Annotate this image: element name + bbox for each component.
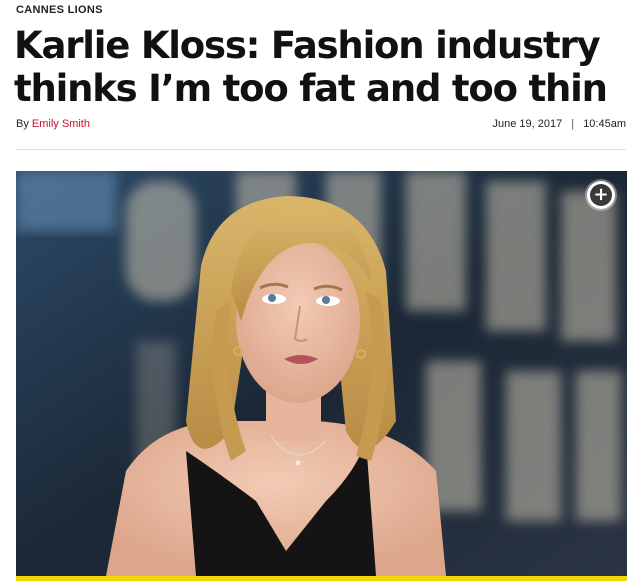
date-separator: |	[571, 118, 575, 130]
author-link[interactable]: Emily Smith	[32, 118, 90, 130]
dateline: June 19, 2017 | 10:45am	[492, 118, 626, 130]
plus-circle-icon: +	[590, 184, 612, 206]
publish-date: June 19, 2017	[492, 118, 563, 130]
byline: By Emily Smith	[16, 118, 90, 130]
publish-time: 10:45am	[583, 118, 626, 130]
photo-illustration	[16, 171, 627, 576]
section-kicker[interactable]: CANNES LIONS	[16, 4, 103, 16]
article-headline: Karlie Kloss: Fashion industry thinks I’…	[14, 24, 608, 110]
article-meta: By Emily Smith June 19, 2017 | 10:45am	[16, 118, 626, 134]
byline-prefix: By	[16, 118, 29, 130]
article-photo[interactable]	[16, 171, 627, 576]
expand-photo-button[interactable]: +	[587, 181, 615, 209]
header-divider	[16, 149, 626, 150]
accent-bar	[16, 576, 627, 581]
